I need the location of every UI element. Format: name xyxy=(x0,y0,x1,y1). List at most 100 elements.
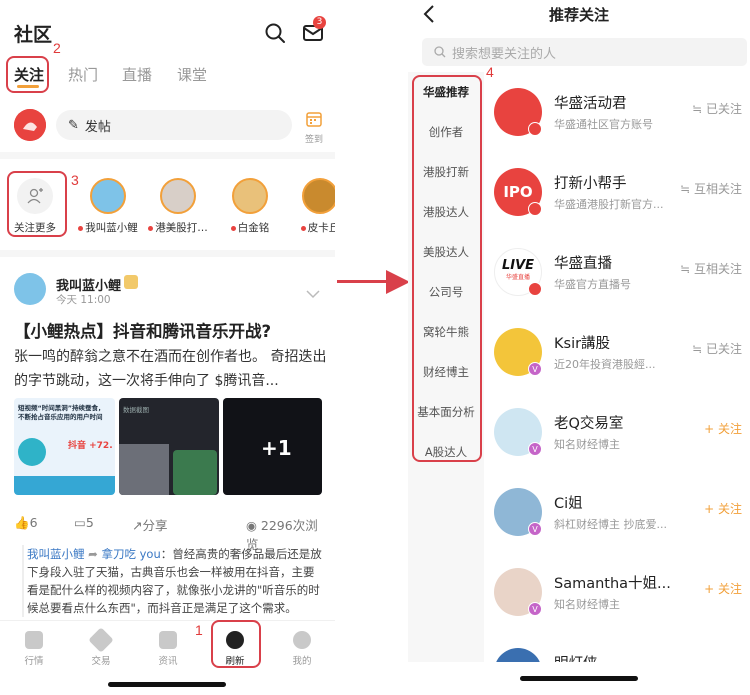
post-image[interactable]: 短视频“时间黑洞”持续蚕食，不断抢占音乐应用的用户时间 抖音 +72. xyxy=(14,398,115,495)
like-count: 6 xyxy=(29,515,38,530)
reply-arrow-icon: ➦ xyxy=(88,547,98,561)
image-caption: 抖音 +72. xyxy=(68,441,113,451)
recommend-item[interactable]: 华盛活动君 华盛通社区官方账号 ≒ 已关注 xyxy=(494,88,750,168)
search-icon[interactable] xyxy=(262,20,288,46)
follow-button[interactable]: + 关注 xyxy=(704,580,742,597)
follow-button[interactable]: + 关注 xyxy=(704,420,742,437)
annotation-box xyxy=(7,171,67,237)
rec-desc: 近20年投資港股經... xyxy=(554,358,656,371)
mail-badge: 3 xyxy=(313,16,326,29)
follow-button[interactable]: + 关注 xyxy=(704,500,742,517)
verified-icon: V xyxy=(528,522,542,536)
checkin-button[interactable]: 签到 xyxy=(300,110,328,145)
verified-icon: V xyxy=(528,442,542,456)
nav-news[interactable]: 资讯 xyxy=(138,631,198,667)
rec-name: 老Q交易室 xyxy=(554,416,624,432)
chevron-down-icon[interactable] xyxy=(306,284,320,299)
post-label: 发帖 xyxy=(84,119,111,135)
rec-desc: 华盛通港股打新官方... xyxy=(554,198,664,211)
image-caption: 数据截图 xyxy=(123,406,149,414)
recommend-item[interactable]: 明灯侠 xyxy=(494,648,750,663)
avatar xyxy=(302,178,335,214)
recommend-item[interactable]: V Ksir講股 近20年投資港股經... ≒ 已关注 xyxy=(494,328,750,408)
comment-preview[interactable]: 我叫蓝小鲤 ➦ 拿刀吃 you：曾经高贵的奢侈品最后还是放下身段入驻了天猫，古典… xyxy=(22,545,322,617)
page-title: 社区 xyxy=(14,24,53,46)
rec-desc: 知名财经博主 xyxy=(554,598,620,611)
annotation-box xyxy=(211,620,261,668)
recommend-item[interactable]: V 老Q交易室 知名财经博主 + 关注 xyxy=(494,408,750,488)
nav-label: 交易 xyxy=(91,656,111,667)
avatar[interactable] xyxy=(14,273,46,305)
rec-name: 华盛活动君 xyxy=(554,96,627,112)
pencil-icon: ✎ xyxy=(68,117,79,133)
annotation-label: 1 xyxy=(195,622,203,638)
recommend-item[interactable]: V Ci姐 斜杠财经博主 抄底爱... + 关注 xyxy=(494,488,750,568)
followed-button[interactable]: ≒ 已关注 xyxy=(692,340,742,357)
recommend-item[interactable]: LIVE 华盛直播 华盛直播 华盛官方直播号 ≒ 互相关注 xyxy=(494,248,750,328)
annotation-label: 3 xyxy=(71,172,79,188)
divider xyxy=(0,152,335,159)
post-excerpt[interactable]: 张一鸣的醉翁之意不在酒而在创作者也。 奇招迭出的字节跳动，这一次将手伸向了 $腾… xyxy=(14,345,329,393)
nav-market[interactable]: 行情 xyxy=(4,631,64,667)
community-screen: 社区 3 关注 热门 直播 课堂 ✎ 发帖 签到 关注更多 我叫蓝小鲤 港美股打… xyxy=(0,0,335,695)
search-placeholder: 搜索想要关注的人 xyxy=(452,46,557,62)
verified-icon: V xyxy=(528,362,542,376)
tab-bar: 关注 热门 直播 课堂 xyxy=(0,60,335,90)
comment-reply-to[interactable]: 拿刀吃 you xyxy=(101,547,160,561)
following-item[interactable]: 皮卡丘 xyxy=(285,178,335,235)
tab-class[interactable]: 课堂 xyxy=(177,64,207,85)
nav-label: 资讯 xyxy=(158,656,178,667)
search-input[interactable]: 搜索想要关注的人 xyxy=(422,38,747,66)
official-badge-icon xyxy=(528,122,542,136)
post-time: 今天 11:00 xyxy=(56,294,111,306)
recommend-item[interactable]: IPO 打新小帮手 华盛通港股打新官方... ≒ 互相关注 xyxy=(494,168,750,248)
followed-button[interactable]: ≒ 已关注 xyxy=(692,100,742,117)
rec-name: 打新小帮手 xyxy=(554,176,627,192)
avatar xyxy=(494,648,542,663)
transition-arrow xyxy=(337,280,389,283)
tab-live[interactable]: 直播 xyxy=(122,64,152,85)
following-name: 港美股打… xyxy=(155,222,208,234)
home-indicator xyxy=(108,682,226,687)
share-button[interactable]: ↗分享 xyxy=(132,515,168,534)
post-button[interactable]: ✎ 发帖 xyxy=(56,110,292,140)
like-button[interactable]: 👍6 xyxy=(14,515,38,531)
comment-count: 5 xyxy=(85,515,94,530)
nav-label: 我的 xyxy=(292,656,312,667)
recommend-item[interactable]: V Samantha十姐... 知名财经博主 + 关注 xyxy=(494,568,750,648)
following-name: 皮卡丘 xyxy=(307,222,335,234)
level-icon xyxy=(124,275,138,289)
arrow-head-icon xyxy=(386,270,410,298)
more-images-count: +1 xyxy=(261,436,292,460)
post-image[interactable]: +1 xyxy=(223,398,322,495)
official-badge-icon xyxy=(528,202,542,216)
following-item[interactable]: 我叫蓝小鲤 xyxy=(73,178,143,235)
mutual-follow-button[interactable]: ≒ 互相关注 xyxy=(680,180,742,197)
annotation-label: 4 xyxy=(486,64,494,80)
search-icon xyxy=(434,46,446,58)
rec-desc: 知名财经博主 xyxy=(554,438,620,451)
tab-hot[interactable]: 热门 xyxy=(68,64,98,85)
nav-trade[interactable]: 交易 xyxy=(71,627,131,667)
share-label: 分享 xyxy=(142,518,168,533)
avatar xyxy=(90,178,126,214)
mutual-follow-button[interactable]: ≒ 互相关注 xyxy=(680,260,742,277)
post-actions: 👍6 ▭5 ↗分享 ◉ 2296次浏览 xyxy=(14,515,324,552)
following-item[interactable]: 白金铭 xyxy=(215,178,285,235)
nav-me[interactable]: 我的 xyxy=(272,631,332,667)
post-image[interactable]: 数据截图 xyxy=(119,398,219,495)
rec-desc: 华盛通社区官方账号 xyxy=(554,118,653,131)
rec-name: 华盛直播 xyxy=(554,256,612,272)
avatar[interactable] xyxy=(14,109,46,141)
trade-icon xyxy=(88,627,114,653)
avatar xyxy=(160,178,196,214)
post-headline[interactable]: 【小鲤热点】抖音和腾讯音乐开战? xyxy=(14,318,334,342)
following-name: 我叫蓝小鲤 xyxy=(85,222,138,234)
comment-author[interactable]: 我叫蓝小鲤 xyxy=(27,547,85,561)
following-item[interactable]: 港美股打… xyxy=(143,178,213,235)
official-badge-icon xyxy=(528,282,542,296)
page-title: 推荐关注 xyxy=(548,6,609,24)
comment-button[interactable]: ▭5 xyxy=(74,515,94,530)
home-indicator xyxy=(520,676,638,681)
user-icon xyxy=(293,631,311,649)
